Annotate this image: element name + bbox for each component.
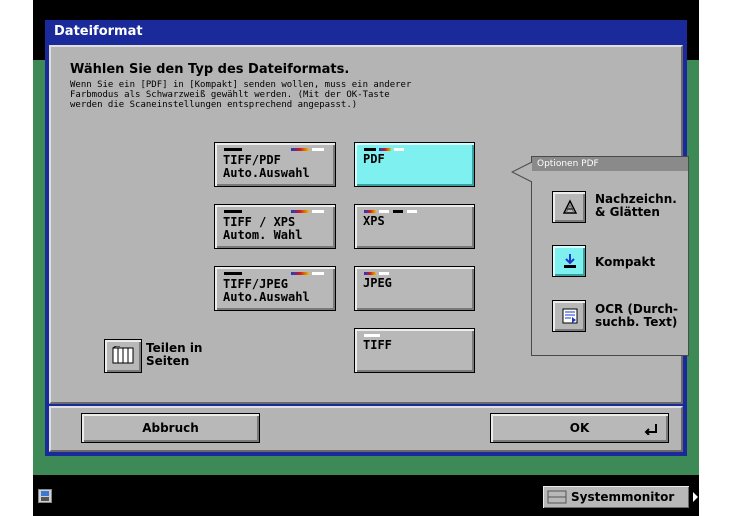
device-screen: Dateiformat Wählen Sie den Typ des Datei… [33,0,699,516]
gray-icon [312,148,324,151]
cancel-label: Abbruch [142,421,199,435]
trace-smooth-icon [562,199,578,214]
dialog-heading: Wählen Sie den Typ des Dateiformats. [70,62,350,77]
chevron-right-icon [693,492,698,502]
format-label: TIFF/PDF Auto.Auswahl [223,153,310,180]
format-label: TIFF / XPS Autom. Wahl [223,215,303,242]
split-pages-icon [112,346,134,364]
color-icon [364,210,376,213]
trace-smooth-button[interactable] [552,191,586,223]
gray-icon [312,272,324,275]
cancel-button[interactable]: Abbruch [81,413,260,443]
format-label: JPEG [363,276,392,290]
gray-icon [379,272,389,275]
compact-icon [564,254,576,268]
format-button-tiff-jpeg-auto[interactable]: TIFF/JPEG Auto.Auswahl [214,266,336,311]
pdf-options-panel: Optionen PDF Nachzeichn. & Glätten Kompa… [531,156,689,356]
color-icon [379,148,391,151]
format-button-pdf[interactable]: PDF [354,142,475,187]
ok-label: OK [569,421,590,435]
system-monitor-button[interactable]: Systemmonitor [543,486,689,508]
format-label: TIFF/JPEG Auto.Auswahl [223,277,310,304]
compact-button[interactable] [552,245,586,277]
format-button-tiff-xps-auto[interactable]: TIFF / XPS Autom. Wahl [214,204,336,249]
format-button-jpeg[interactable]: JPEG [354,266,475,311]
dialog-description: Wenn Sie ein [PDF] in [Kompakt] senden w… [70,80,412,110]
compact-label: Kompakt [595,255,656,269]
ocr-icon [562,308,578,324]
system-monitor-label: Systemmonitor [571,490,675,504]
format-button-tiff[interactable]: TIFF [354,328,475,373]
ok-button[interactable]: OK [490,413,669,443]
gray-icon [379,210,389,213]
trace-smooth-label: Nachzeichn. & Glätten [595,192,677,219]
enter-icon [644,424,657,435]
color-icon [291,148,309,151]
color-icon [291,272,309,275]
gray-icon [407,210,417,213]
mono-icon [224,210,242,213]
format-button-tiff-pdf-auto[interactable]: TIFF/PDF Auto.Auswahl [214,142,336,187]
mono-icon [364,334,380,337]
mono-icon [224,272,242,275]
split-pages-button[interactable] [104,339,142,373]
dialog-title: Dateiformat [45,20,687,44]
ocr-button[interactable] [552,300,586,332]
ocr-label: OCR (Durch- suchb. Text) [595,302,678,329]
color-icon [291,210,309,213]
dialog-footer: Abbruch OK [49,406,683,452]
format-label: XPS [363,214,385,228]
options-pointer [511,161,533,183]
gray-icon [394,148,404,151]
monitor-icon [547,490,567,504]
mono-icon [224,148,242,151]
gray-icon [312,210,324,213]
printer-status-icon [38,489,52,503]
split-pages-label: Teilen in Seiten [146,341,203,368]
format-label: PDF [363,152,385,166]
file-format-dialog: Dateiformat Wählen Sie den Typ des Datei… [45,20,689,456]
status-bar: Systemmonitor [33,476,699,516]
mono-icon [393,210,403,213]
mono-icon [364,148,376,151]
pdf-options-title: Optionen PDF [532,157,688,171]
color-icon [364,272,376,275]
format-button-xps[interactable]: XPS [354,204,475,249]
format-label: TIFF [363,338,392,352]
